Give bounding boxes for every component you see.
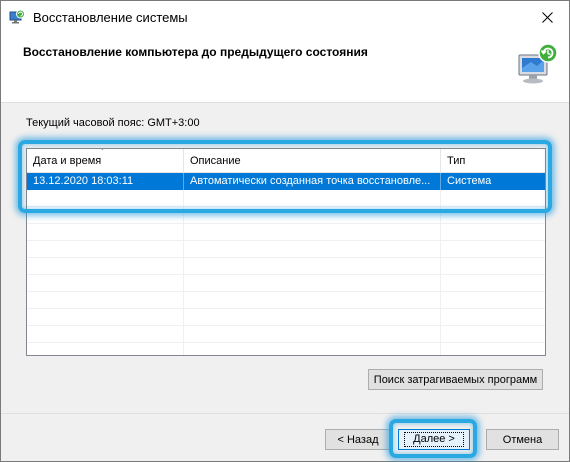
empty-grid-cell <box>184 343 441 355</box>
system-restore-window: Восстановление системы Восстановление ко… <box>0 0 570 462</box>
empty-grid-cell <box>27 190 184 207</box>
empty-grid-cell <box>441 275 545 292</box>
empty-grid-cell <box>27 224 184 241</box>
close-button[interactable] <box>525 1 569 33</box>
empty-grid-cell <box>184 309 441 326</box>
wizard-header: Восстановление компьютера до предыдущего… <box>1 33 569 103</box>
empty-grid-cell <box>441 258 545 275</box>
empty-grid-cell <box>441 224 545 241</box>
empty-grid-cell <box>27 258 184 275</box>
empty-grid-cell <box>27 309 184 326</box>
empty-grid-cell <box>441 309 545 326</box>
empty-grid-row <box>27 207 545 224</box>
empty-grid-cell <box>441 207 545 224</box>
cancel-button[interactable]: Отмена <box>486 429 559 450</box>
next-button-label: Далее > <box>404 432 464 447</box>
window-title: Восстановление системы <box>33 10 188 25</box>
empty-grid-cell <box>27 275 184 292</box>
list-header: ˅ Дата и время Описание Тип <box>27 149 545 173</box>
empty-grid-row <box>27 258 545 275</box>
empty-grid-cell <box>184 275 441 292</box>
empty-grid-cell <box>441 326 545 343</box>
empty-grid-cell <box>184 224 441 241</box>
empty-grid-row <box>27 241 545 258</box>
cell-type: Система <box>447 175 492 187</box>
next-button[interactable]: Далее > <box>398 429 470 450</box>
empty-grid-row <box>27 224 545 241</box>
back-button[interactable]: < Назад <box>325 429 391 450</box>
empty-grid-row <box>27 309 545 326</box>
empty-grid-cell <box>184 292 441 309</box>
empty-grid-row <box>27 275 545 292</box>
empty-grid-cell <box>27 326 184 343</box>
table-row[interactable]: 13.12.2020 18:03:11 Автоматически создан… <box>27 173 545 190</box>
title-bar: Восстановление системы <box>1 1 569 33</box>
empty-grid-cell <box>27 343 184 355</box>
column-label: Тип <box>447 155 466 167</box>
empty-grid-cell <box>184 190 441 207</box>
empty-grid-row <box>27 326 545 343</box>
empty-grid-cell <box>184 258 441 275</box>
empty-grid-cell <box>441 343 545 355</box>
scan-affected-programs-button[interactable]: Поиск затрагиваемых программ <box>368 369 543 390</box>
empty-grid-cell <box>184 241 441 258</box>
empty-grid-row <box>27 343 545 355</box>
empty-grid-row <box>27 190 545 207</box>
page-title: Восстановление компьютера до предыдущего… <box>23 45 368 59</box>
empty-grid-cell <box>27 241 184 258</box>
empty-grid-cell <box>27 292 184 309</box>
empty-grid-cell <box>184 207 441 224</box>
system-restore-monitor-icon <box>518 43 558 84</box>
column-header-description[interactable]: Описание <box>184 149 441 173</box>
cell-datetime: 13.12.2020 18:03:11 <box>27 173 184 190</box>
close-icon <box>541 11 553 23</box>
column-label: Описание <box>190 155 241 167</box>
empty-grid-cell <box>441 241 545 258</box>
column-label: Дата и время <box>33 155 102 167</box>
restore-points-list[interactable]: ˅ Дата и время Описание Тип 13.12.2020 1… <box>26 148 546 356</box>
footer-divider <box>1 413 569 414</box>
column-header-type[interactable]: Тип <box>441 149 545 173</box>
cell-description: Автоматически созданная точка восстановл… <box>184 173 441 190</box>
empty-grid-row <box>27 292 545 309</box>
empty-grid-cell <box>441 190 545 207</box>
empty-grid-cell <box>441 292 545 309</box>
sort-indicator-icon: ˅ <box>100 148 105 153</box>
empty-grid-cell <box>27 207 184 224</box>
timezone-label: Текущий часовой пояс: GMT+3:00 <box>26 117 200 129</box>
system-restore-icon <box>9 9 25 24</box>
empty-grid-cell <box>184 326 441 343</box>
column-header-datetime[interactable]: ˅ Дата и время <box>27 149 184 173</box>
